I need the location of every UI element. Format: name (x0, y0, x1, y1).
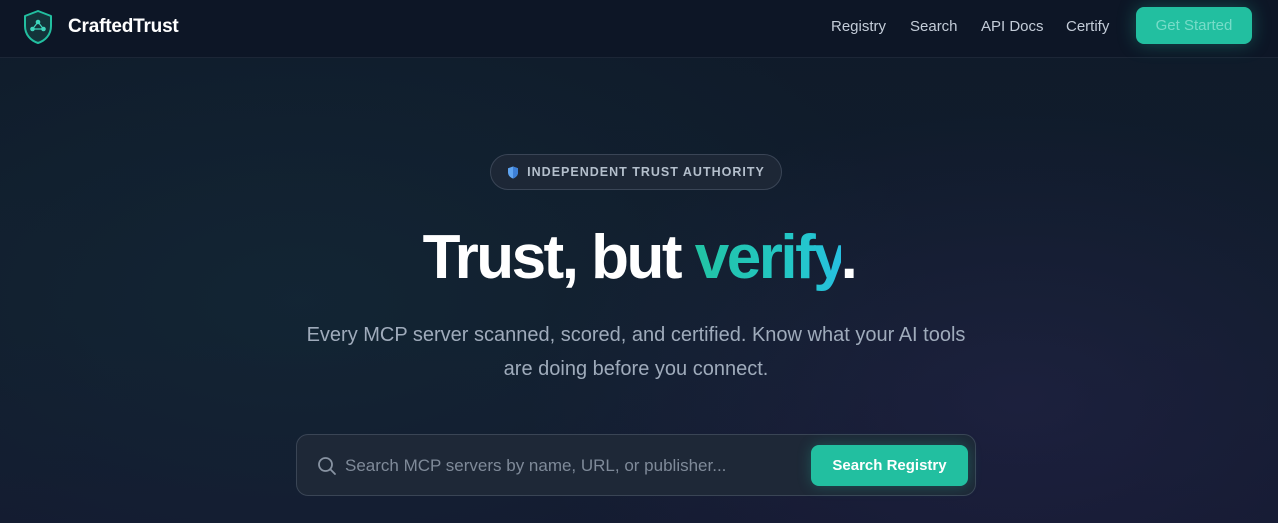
top-navbar: CraftedTrust Registry Search API Docs Ce… (0, 0, 1278, 58)
hero-subtitle: Every MCP server scanned, scored, and ce… (306, 324, 966, 380)
headline-prefix: Trust, but (422, 223, 695, 292)
nav-link-certify[interactable]: Certify (1066, 18, 1109, 35)
trust-authority-badge: INDEPENDENT TRUST AUTHORITY (490, 154, 782, 190)
hero-headline: Trust, but verify. (0, 222, 1278, 293)
badge-text: INDEPENDENT TRUST AUTHORITY (527, 165, 765, 179)
brand-name: CraftedTrust (68, 16, 179, 37)
nav-link-api-docs[interactable]: API Docs (981, 18, 1044, 35)
get-started-button[interactable]: Get Started (1136, 7, 1252, 44)
shield-network-icon (24, 10, 52, 44)
search-registry-button[interactable]: Search Registry (811, 445, 968, 486)
headline-accent: verify (694, 223, 843, 292)
brand-logo-link[interactable]: CraftedTrust (22, 9, 179, 45)
shield-icon (508, 166, 519, 178)
nav-link-search[interactable]: Search (910, 18, 958, 35)
headline-suffix: . (840, 223, 858, 292)
search-icon (318, 457, 336, 475)
search-input[interactable] (345, 449, 801, 483)
nav-link-registry[interactable]: Registry (831, 18, 886, 35)
registry-search-bar: Search Registry (296, 434, 976, 496)
